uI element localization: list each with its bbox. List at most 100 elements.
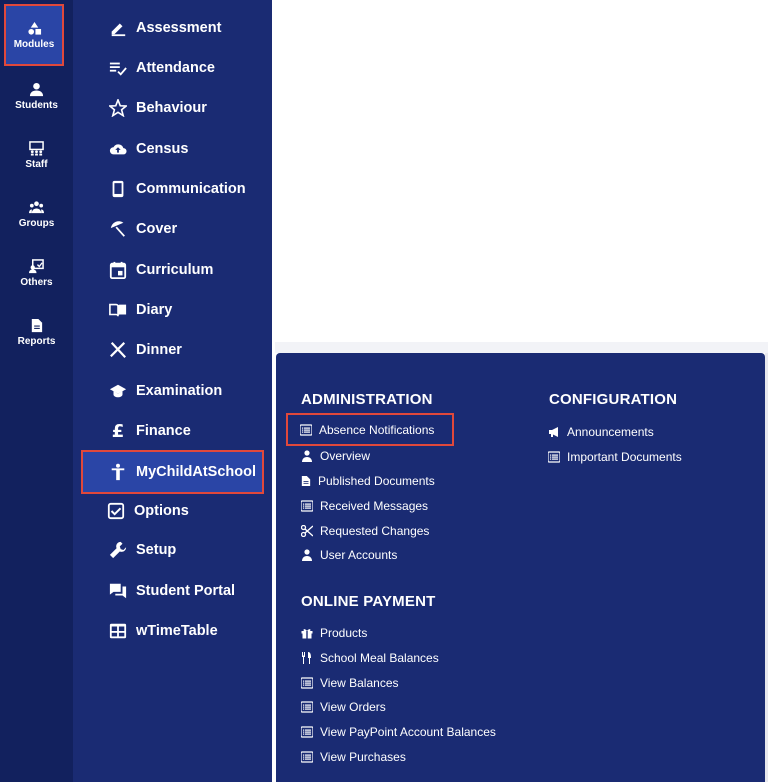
menu-school-meal-balances[interactable]: School Meal Balances: [301, 651, 439, 665]
menu-item-label: Published Documents: [318, 474, 435, 488]
scissors-icon: [301, 525, 313, 537]
module-census[interactable]: Census: [73, 131, 272, 167]
pencil-icon: [108, 18, 128, 38]
menu-item-label: View Orders: [320, 700, 386, 714]
others-icon: [29, 259, 44, 274]
menu-view-paypoint-account-balances[interactable]: View PayPoint Account Balances: [301, 725, 496, 739]
menu-item-label: Received Messages: [320, 499, 429, 513]
module-diary[interactable]: Diary: [73, 292, 272, 328]
section-title-online-payment: ONLINE PAYMENT: [301, 593, 436, 610]
module-wtimetable[interactable]: wTimeTable: [73, 613, 272, 649]
menu-view-balances[interactable]: View Balances: [301, 676, 399, 690]
module-dinner[interactable]: Dinner: [73, 332, 272, 368]
module-label: Curriculum: [136, 262, 214, 278]
rail-item-reports[interactable]: Reports: [0, 318, 73, 347]
module-finance[interactable]: £ Finance: [73, 413, 272, 449]
rail-item-others[interactable]: Others: [0, 259, 73, 288]
menu-view-orders[interactable]: View Orders: [301, 700, 386, 714]
document-icon: [301, 476, 311, 486]
megaphone-icon: [549, 427, 558, 437]
book-icon: [108, 300, 128, 320]
person-icon: [302, 450, 312, 462]
menu-item-label: View Purchases: [320, 750, 406, 764]
module-label: Finance: [136, 423, 191, 439]
module-label: Attendance: [136, 60, 215, 76]
cloud-upload-icon: [108, 139, 128, 159]
module-label: Setup: [136, 542, 177, 558]
menu-received-messages[interactable]: Received Messages: [301, 499, 428, 513]
table-icon: [108, 621, 128, 641]
page-background: [275, 342, 768, 353]
menu-item-label: Products: [320, 626, 368, 640]
person-icon: [29, 82, 44, 97]
module-communication[interactable]: Communication: [73, 171, 272, 207]
menu-absence-notifications[interactable]: Absence Notifications: [286, 413, 455, 446]
groups-icon: [29, 201, 44, 214]
divider: [272, 0, 275, 782]
menu-products[interactable]: Products: [301, 626, 367, 640]
rail-item-staff[interactable]: Staff: [0, 141, 73, 170]
module-examination[interactable]: Examination: [73, 373, 272, 409]
star-icon: [108, 98, 128, 118]
shapes-icon: [27, 21, 41, 35]
mychildatschool-submenu: ADMINISTRATION Absence Notifications Ove…: [276, 353, 765, 782]
menu-item-label: User Accounts: [320, 548, 398, 562]
module-options[interactable]: Options: [73, 493, 272, 529]
document-icon: [31, 318, 43, 333]
rail-item-label: Staff: [25, 159, 48, 170]
module-label: MyChildAtSchool: [136, 464, 257, 480]
module-label: wTimeTable: [136, 623, 218, 639]
menu-published-documents[interactable]: Published Documents: [301, 474, 435, 488]
rail-item-students[interactable]: Students: [0, 82, 73, 111]
list-check-icon: [108, 58, 128, 78]
menu-overview[interactable]: Overview: [301, 449, 370, 463]
menu-user-accounts[interactable]: User Accounts: [301, 548, 397, 562]
checkbox-icon: [106, 501, 126, 521]
module-label: Assessment: [136, 20, 222, 36]
modules-menu: Assessment Attendance Behaviour Census C…: [73, 0, 272, 782]
menu-item-label: View Balances: [320, 676, 399, 690]
module-student-portal[interactable]: Student Portal: [73, 573, 272, 609]
chat-icon: [108, 581, 128, 601]
rail-item-label: Groups: [18, 218, 55, 229]
menu-announcements[interactable]: Announcements: [548, 425, 654, 439]
rail-item-label: Modules: [13, 38, 55, 50]
child-icon: [108, 462, 128, 482]
rail-item-label: Reports: [17, 336, 56, 347]
module-curriculum[interactable]: Curriculum: [73, 252, 272, 288]
cutlery-icon: [302, 652, 311, 664]
module-label: Examination: [136, 383, 223, 399]
menu-view-purchases[interactable]: View Purchases: [301, 750, 406, 764]
rail-item-groups[interactable]: Groups: [0, 200, 73, 229]
rail-item-label: Others: [20, 277, 53, 288]
rail-item-label: Students: [15, 100, 58, 111]
menu-item-label: Announcements: [567, 425, 654, 439]
module-behaviour[interactable]: Behaviour: [73, 90, 272, 126]
module-label: Dinner: [136, 342, 182, 358]
rail-item-modules[interactable]: Modules: [4, 4, 64, 66]
menu-item-label: View PayPoint Account Balances: [320, 725, 496, 739]
module-cover[interactable]: Cover: [73, 211, 272, 247]
module-label: Options: [134, 503, 189, 519]
umbrella-icon: [108, 219, 128, 239]
cutlery-icon: [108, 340, 128, 360]
module-attendance[interactable]: Attendance: [73, 50, 272, 86]
menu-item-label: School Meal Balances: [320, 651, 439, 665]
staff-icon: [29, 141, 44, 156]
menu-important-documents[interactable]: Important Documents: [548, 450, 682, 464]
module-label: Cover: [136, 221, 178, 237]
list-icon: [300, 423, 312, 436]
module-mychildatschool[interactable]: MyChildAtSchool: [81, 450, 264, 494]
module-assessment[interactable]: Assessment: [73, 10, 272, 46]
section-title-administration: ADMINISTRATION: [301, 391, 433, 408]
gift-icon: [301, 629, 313, 639]
module-setup[interactable]: Setup: [73, 532, 272, 568]
list-icon: [301, 677, 313, 689]
list-icon: [301, 701, 313, 713]
calendar-icon: [108, 260, 128, 280]
pound-icon: £: [111, 420, 125, 442]
menu-item-label: Absence Notifications: [319, 422, 435, 437]
menu-requested-changes[interactable]: Requested Changes: [301, 524, 429, 538]
graduation-cap-icon: [108, 381, 128, 401]
person-icon: [302, 549, 312, 561]
